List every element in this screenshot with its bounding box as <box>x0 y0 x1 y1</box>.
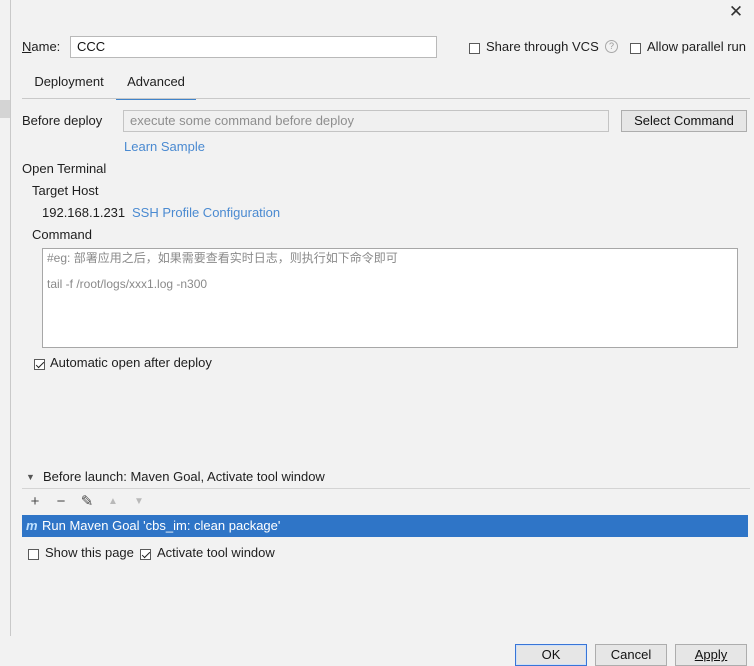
share-vcs-label[interactable]: Share through VCS <box>486 39 599 55</box>
list-item[interactable]: m Run Maven Goal 'cbs_im: clean package' <box>22 515 748 537</box>
help-icon[interactable]: ? <box>605 40 618 53</box>
ok-button[interactable]: OK <box>515 644 587 666</box>
share-vcs-checkbox[interactable] <box>469 40 480 55</box>
show-page-label[interactable]: Show this page <box>45 545 134 561</box>
remove-icon[interactable]: − <box>53 494 69 510</box>
close-icon[interactable]: ✕ <box>728 3 744 20</box>
list-item-label: Run Maven Goal 'cbs_im: clean package' <box>42 518 281 533</box>
select-command-button[interactable]: Select Command <box>621 110 747 132</box>
target-host-label: Target Host <box>32 183 99 198</box>
name-label: Name: <box>22 39 61 54</box>
add-icon[interactable]: + <box>27 494 43 510</box>
maven-icon: m <box>26 518 38 533</box>
tab-divider <box>22 98 750 99</box>
auto-open-checkbox[interactable] <box>34 356 45 371</box>
allow-parallel-label[interactable]: Allow parallel run <box>647 39 746 55</box>
show-page-checkbox[interactable] <box>28 546 39 561</box>
activate-tool-checkbox[interactable] <box>140 546 151 561</box>
before-deploy-label: Before deploy <box>22 113 103 128</box>
config-tree-selected-item[interactable] <box>0 100 10 118</box>
before-launch-label[interactable]: Before launch: Maven Goal, Activate tool… <box>43 469 325 485</box>
command-label: Command <box>32 227 92 242</box>
command-line-1: #eg: 部署应用之后，如果需要查看实时日志，则执行如下命令即可 <box>47 251 398 265</box>
open-terminal-label: Open Terminal <box>22 161 107 176</box>
cancel-button[interactable]: Cancel <box>595 644 667 666</box>
collapse-arrow-icon[interactable]: ▼ <box>26 469 35 485</box>
tab-deployment[interactable]: Deployment <box>22 72 116 98</box>
before-launch-divider <box>22 488 750 489</box>
ssh-profile-link[interactable]: SSH Profile Configuration <box>132 205 280 221</box>
name-field[interactable]: CCC <box>70 36 437 58</box>
auto-open-label[interactable]: Automatic open after deploy <box>50 355 212 371</box>
edit-icon[interactable]: ✎ <box>79 494 95 510</box>
tab-advanced[interactable]: Advanced <box>116 72 196 100</box>
allow-parallel-checkbox[interactable] <box>630 40 641 55</box>
command-textarea[interactable]: #eg: 部署应用之后，如果需要查看实时日志，则执行如下命令即可 tail -f… <box>42 248 738 348</box>
move-up-icon[interactable]: ▲ <box>105 494 121 510</box>
activate-tool-label[interactable]: Activate tool window <box>157 545 275 561</box>
apply-button[interactable]: Apply <box>675 644 747 666</box>
config-tree-panel <box>0 0 11 636</box>
learn-sample-link[interactable]: Learn Sample <box>124 139 205 155</box>
host-value: 192.168.1.231 <box>42 205 126 220</box>
move-down-icon[interactable]: ▼ <box>131 494 147 510</box>
before-deploy-field[interactable]: execute some command before deploy <box>123 110 609 132</box>
command-line-2: tail -f /root/logs/xxx1.log -n300 <box>47 277 208 291</box>
